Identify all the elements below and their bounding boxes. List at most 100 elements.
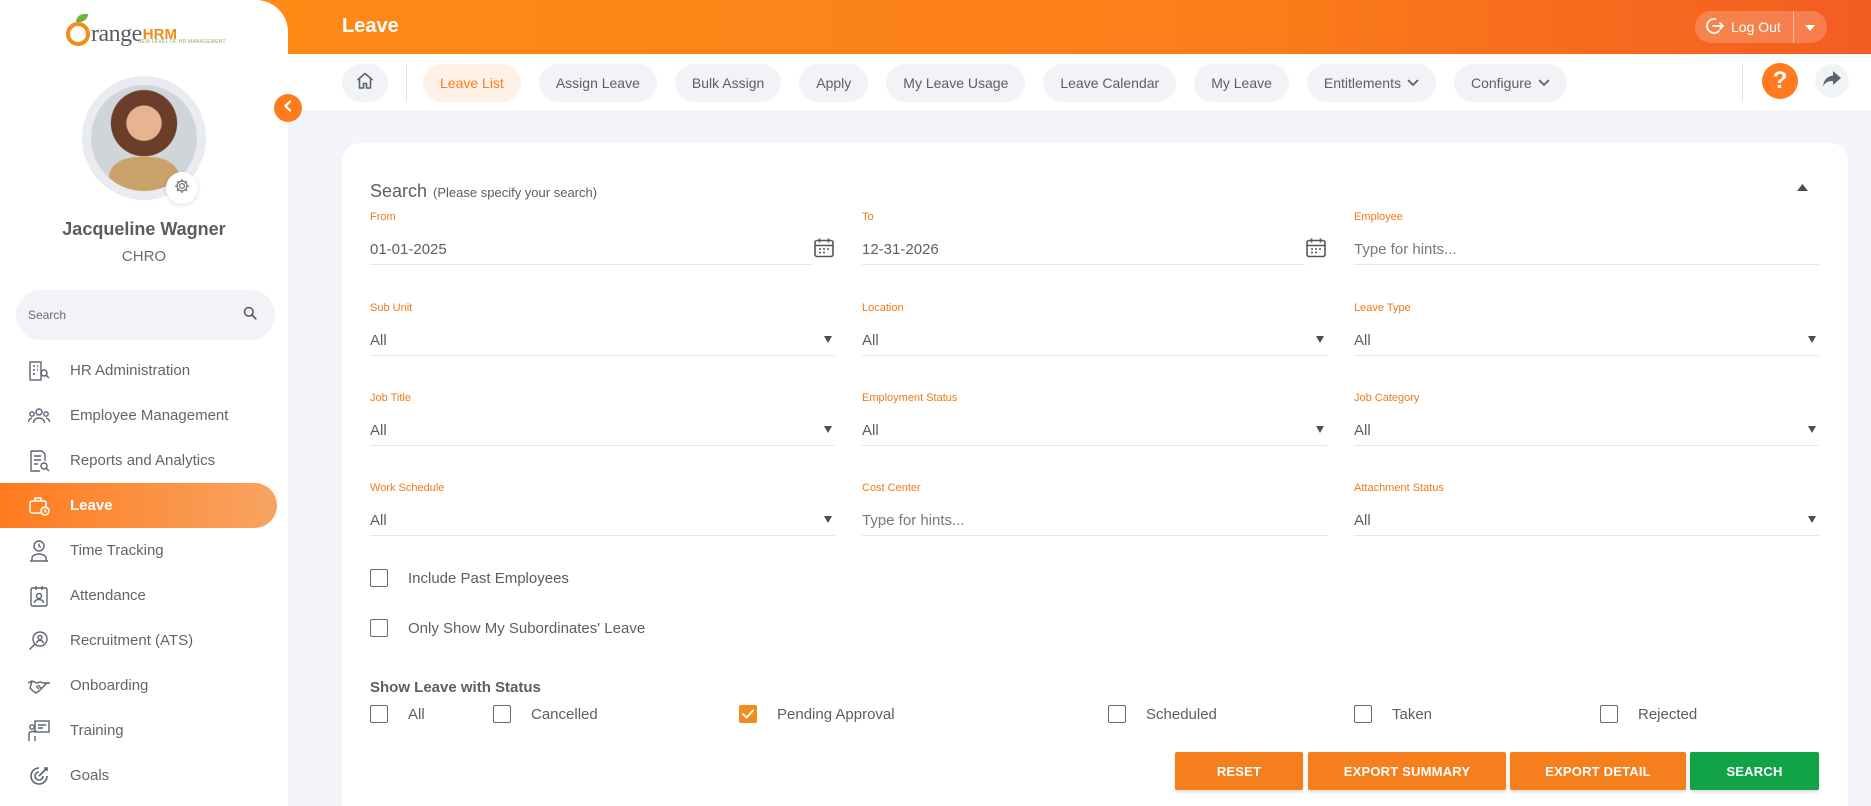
job-title-select[interactable]: All bbox=[370, 416, 835, 446]
sidebar-item-reports-and-analytics[interactable]: Reports and Analytics bbox=[0, 438, 288, 483]
calendar-icon[interactable] bbox=[1303, 235, 1329, 261]
orange-logo-icon bbox=[66, 14, 90, 46]
chevron-down-icon bbox=[1538, 79, 1550, 87]
status-heading: Show Leave with Status bbox=[370, 679, 541, 696]
tab-my-leave-usage[interactable]: My Leave Usage bbox=[886, 64, 1026, 102]
sub-unit-select[interactable]: All bbox=[370, 326, 835, 356]
sidebar-item-hr-administration[interactable]: HR Administration bbox=[0, 348, 288, 393]
cost-center-input[interactable] bbox=[862, 512, 1327, 529]
sidebar-item-label: Time Tracking bbox=[70, 542, 164, 559]
share-button[interactable] bbox=[1815, 64, 1849, 98]
checkbox-label: Only Show My Subordinates' Leave bbox=[408, 619, 646, 637]
field-label: Attachment Status bbox=[1354, 482, 1444, 494]
home-button[interactable] bbox=[342, 64, 388, 102]
tab-label: Configure bbox=[1470, 75, 1532, 91]
tab-label: My Leave bbox=[1211, 75, 1272, 91]
sidebar-search-button[interactable] bbox=[235, 300, 265, 330]
logout-button[interactable]: Log Out bbox=[1695, 11, 1793, 43]
logo-tagline: NEW LEVEL OF HR MANAGEMENT bbox=[138, 39, 226, 45]
status-scheduled-checkbox[interactable] bbox=[1108, 705, 1126, 723]
dropdown-caret-icon bbox=[824, 516, 832, 523]
field-value: All bbox=[862, 422, 879, 439]
leave-search-card: Search (Please specify your search) From… bbox=[342, 143, 1848, 806]
include-past-employees-checkbox[interactable] bbox=[370, 569, 388, 587]
search-icon bbox=[243, 306, 257, 325]
user-name: Jacqueline Wagner bbox=[62, 219, 226, 239]
from-date-input[interactable]: 01-01-2025 bbox=[370, 235, 834, 265]
tab-label: Bulk Assign bbox=[691, 75, 765, 91]
work-schedule-select[interactable]: All bbox=[370, 506, 835, 536]
sidebar-item-label: Onboarding bbox=[70, 677, 149, 694]
field-value: All bbox=[370, 422, 387, 439]
status-taken-checkbox[interactable] bbox=[1354, 705, 1372, 723]
caret-up-icon bbox=[1796, 178, 1808, 196]
only-subordinates-checkbox[interactable] bbox=[370, 619, 388, 637]
leave-type-select[interactable]: All bbox=[1354, 326, 1819, 356]
sidebar-item-attendance[interactable]: Attendance bbox=[0, 573, 288, 618]
share-arrow-icon bbox=[1822, 70, 1842, 93]
sidebar-item-leave[interactable]: Leave bbox=[0, 483, 277, 528]
tab-bar: Leave List Assign Leave Bulk Assign Appl… bbox=[423, 64, 1585, 102]
checkbox-label: Rejected bbox=[1638, 705, 1698, 723]
sidebar-item-recruitment[interactable]: Recruitment (ATS) bbox=[0, 618, 288, 663]
employment-status-select[interactable]: All bbox=[862, 416, 1327, 446]
sidebar-search-input[interactable] bbox=[28, 290, 228, 340]
tab-my-leave[interactable]: My Leave bbox=[1194, 64, 1289, 102]
sidebar-item-time-tracking[interactable]: Time Tracking bbox=[0, 528, 288, 573]
help-button[interactable]: ? bbox=[1762, 63, 1798, 99]
export-summary-button[interactable]: EXPORT SUMMARY bbox=[1308, 752, 1506, 790]
job-category-select[interactable]: All bbox=[1354, 416, 1819, 446]
tab-assign-leave[interactable]: Assign Leave bbox=[538, 64, 657, 102]
export-detail-button[interactable]: EXPORT DETAIL bbox=[1510, 752, 1686, 790]
attachment-status-select[interactable]: All bbox=[1354, 506, 1819, 536]
field-label: Work Schedule bbox=[370, 482, 445, 494]
field-label: From bbox=[370, 211, 396, 223]
logout-dropdown-toggle[interactable] bbox=[1794, 11, 1826, 43]
sidebar-item-goals[interactable]: Goals bbox=[0, 753, 288, 798]
sidebar-item-label: Leave bbox=[70, 497, 113, 514]
building-person-icon bbox=[26, 358, 52, 384]
field-value: All bbox=[370, 512, 387, 529]
status-all-checkbox[interactable] bbox=[370, 705, 388, 723]
reset-button[interactable]: RESET bbox=[1175, 752, 1303, 790]
caret-down-icon bbox=[1805, 18, 1815, 36]
tab-leave-calendar[interactable]: Leave Calendar bbox=[1043, 64, 1177, 102]
nav-divider bbox=[1742, 64, 1743, 102]
dropdown-caret-icon bbox=[824, 426, 832, 433]
sidebar-item-training[interactable]: Training bbox=[0, 708, 288, 753]
status-pending-approval-checkbox[interactable] bbox=[739, 705, 757, 723]
status-cancelled-checkbox[interactable] bbox=[493, 705, 511, 723]
profile-settings-button[interactable] bbox=[166, 172, 198, 204]
suitcase-icon bbox=[26, 493, 52, 519]
collapse-search-toggle[interactable] bbox=[1792, 177, 1812, 197]
calendar-icon[interactable] bbox=[811, 235, 837, 261]
home-icon bbox=[355, 71, 375, 96]
employee-input[interactable] bbox=[1354, 241, 1819, 258]
tab-configure[interactable]: Configure bbox=[1453, 64, 1567, 102]
field-label: Employment Status bbox=[862, 392, 958, 404]
status-rejected-checkbox[interactable] bbox=[1600, 705, 1618, 723]
checkbox-label: Include Past Employees bbox=[408, 569, 569, 587]
tab-apply[interactable]: Apply bbox=[799, 64, 869, 102]
search-button[interactable]: SEARCH bbox=[1690, 752, 1819, 790]
to-date-input[interactable]: 12-31-2026 bbox=[862, 235, 1326, 265]
dropdown-caret-icon bbox=[1316, 426, 1324, 433]
chevron-down-icon bbox=[1407, 79, 1419, 87]
attendance-badge-icon bbox=[26, 583, 52, 609]
tab-label: My Leave Usage bbox=[903, 75, 1009, 91]
location-select[interactable]: All bbox=[862, 326, 1327, 356]
sidebar: range HRM NEW LEVEL OF HR MANAGEMENT Jac… bbox=[0, 0, 288, 806]
help-question-icon: ? bbox=[1772, 67, 1788, 94]
tab-label: Leave Calendar bbox=[1060, 75, 1160, 91]
top-header-bar: Leave Log Out bbox=[240, 0, 1871, 54]
search-title: Search bbox=[370, 181, 428, 201]
job-title-field: Job Title All bbox=[370, 392, 835, 446]
tab-bulk-assign[interactable]: Bulk Assign bbox=[674, 64, 782, 102]
sidebar-item-employee-management[interactable]: Employee Management bbox=[0, 393, 288, 438]
search-hint: (Please specify your search) bbox=[433, 185, 598, 200]
sidebar-collapse-button[interactable] bbox=[274, 94, 302, 122]
sidebar-item-onboarding[interactable]: Onboarding bbox=[0, 663, 288, 708]
tab-leave-list[interactable]: Leave List bbox=[423, 64, 521, 102]
field-label: Job Title bbox=[370, 392, 411, 404]
tab-entitlements[interactable]: Entitlements bbox=[1306, 64, 1436, 102]
